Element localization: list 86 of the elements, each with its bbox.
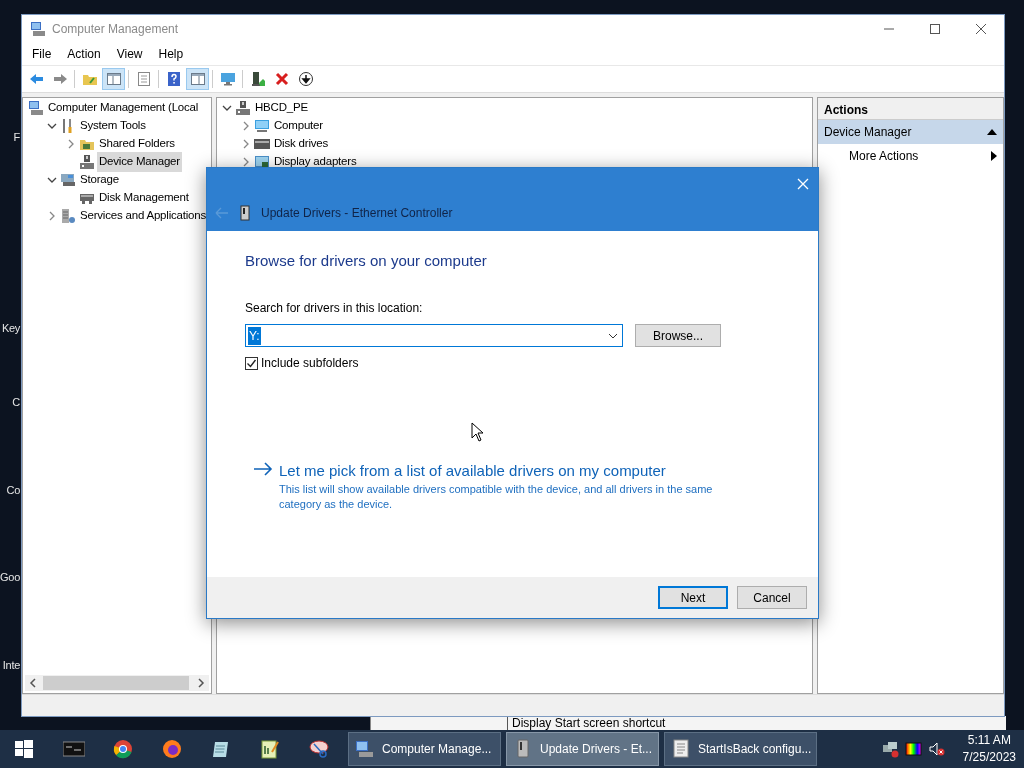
storage-icon: [60, 172, 76, 188]
close-icon[interactable]: [796, 176, 810, 191]
maximize-icon[interactable]: [929, 23, 941, 35]
submenu-arrow-icon: [991, 151, 997, 161]
monitor-icon: [254, 118, 270, 134]
section-title: Device Manager: [824, 124, 912, 141]
menu-item[interactable]: Action: [59, 45, 109, 63]
dialog-button[interactable]: Cancel: [737, 586, 807, 609]
browser-icon: [111, 739, 134, 759]
tree-item[interactable]: Device Manager: [97, 152, 182, 172]
download-icon: [297, 71, 314, 87]
pane-header: Actions: [818, 98, 1003, 120]
desktop-icon-label[interactable]: Key: [0, 321, 20, 335]
tree-item[interactable]: Disk drives: [272, 134, 331, 154]
path-combo-box[interactable]: Y:: [245, 324, 623, 347]
expand-chevron-icon[interactable]: [47, 211, 57, 221]
desktop-icon-label[interactable]: Goo: [0, 570, 20, 584]
taskbar-window-button[interactable]: StartIsBack configu...: [664, 732, 817, 766]
horizontal-scrollbar[interactable]: [25, 675, 209, 691]
drive-icon: [254, 136, 270, 152]
browser-icon: [160, 739, 183, 759]
dialog-title: Update Drivers - Ethernet Controller: [261, 205, 453, 222]
desktop-icon-label[interactable]: F: [0, 130, 20, 144]
tree-item[interactable]: Computer Management (Local: [46, 98, 201, 118]
device-icon: [239, 205, 251, 221]
browse-button[interactable]: Browse...: [635, 324, 721, 347]
device-manager-icon: [235, 100, 251, 116]
close-icon[interactable]: [975, 23, 987, 35]
caret-icon: [608, 332, 618, 339]
list-icon: [135, 71, 152, 87]
app-icon: [30, 21, 46, 37]
action-item[interactable]: More Actions: [818, 144, 1003, 168]
network-icon[interactable]: [881, 740, 899, 758]
cursor-icon: [471, 422, 484, 442]
expand-chevron-icon[interactable]: [241, 121, 251, 131]
taskbar-window-button[interactable]: Computer Manage...: [348, 732, 501, 766]
clock[interactable]: 5:11 AM 7/25/2023: [962, 732, 1016, 766]
monitor-icon: [219, 71, 236, 87]
collapse-triangle-icon[interactable]: [987, 128, 997, 136]
tree-item[interactable]: Disk Management: [97, 188, 191, 208]
collapse-chevron-icon[interactable]: [47, 175, 57, 185]
services-icon: [60, 208, 76, 224]
expand-chevron-icon[interactable]: [241, 157, 251, 167]
notepad-icon: [258, 739, 281, 759]
checkbox-label: Include subfolders: [261, 355, 359, 372]
computer-icon: [355, 739, 375, 759]
document-icon: [671, 739, 691, 759]
menu-item[interactable]: File: [24, 45, 60, 63]
right-arrow-icon[interactable]: [253, 462, 273, 476]
link-description: This list will show available drivers compatible with the device, and all drivers in the same category as the device.: [279, 482, 714, 512]
tree-item[interactable]: Services and Applications: [78, 206, 209, 226]
desktop-icon-label[interactable]: Co: [0, 483, 20, 497]
pane-icon: [105, 71, 122, 87]
computer-icon: [28, 100, 44, 116]
menu-item[interactable]: Help: [150, 45, 192, 63]
delete-icon: [273, 71, 290, 87]
tree-item[interactable]: HBCD_PE: [253, 98, 310, 118]
tree-item[interactable]: Shared Folders: [97, 134, 177, 154]
collapse-chevron-icon[interactable]: [222, 103, 232, 113]
desktop-icon-label[interactable]: C: [0, 395, 20, 409]
dialog-button[interactable]: Next: [658, 586, 728, 609]
expand-chevron-icon[interactable]: [241, 139, 251, 149]
color-square-icon[interactable]: [904, 740, 922, 758]
action-section-header[interactable]: Device Manager: [818, 120, 1003, 144]
action-label: More Actions: [849, 148, 919, 165]
device-manager-icon: [79, 154, 95, 170]
muted-speaker-icon[interactable]: [927, 740, 945, 758]
tree-item[interactable]: Storage: [78, 170, 121, 190]
start-button-icon: [13, 739, 36, 759]
tree-item[interactable]: Computer: [272, 116, 325, 136]
tree-item[interactable]: System Tools: [78, 116, 148, 136]
help-icon: [165, 71, 182, 87]
driver-list-link[interactable]: Let me pick from a list of available drivers on my computer: [279, 462, 729, 480]
field-label: Search for drivers in this location:: [245, 300, 424, 317]
checkbox[interactable]: [245, 356, 258, 370]
terminal-icon: [62, 739, 85, 759]
menu-item[interactable]: View: [108, 45, 151, 63]
taskbar-window-button[interactable]: Update Drivers - Et...: [506, 732, 659, 766]
desktop-icon-label[interactable]: Inte: [0, 658, 20, 672]
dialog-heading: Browse for drivers on your computer: [245, 251, 488, 271]
collapse-chevron-icon[interactable]: [47, 121, 57, 131]
forward-arrow-icon: [51, 71, 68, 87]
window-title: Computer Management: [52, 21, 179, 38]
expand-chevron-icon[interactable]: [66, 139, 76, 149]
pane-icon: [189, 71, 206, 87]
display-adapter-icon: [254, 154, 270, 170]
